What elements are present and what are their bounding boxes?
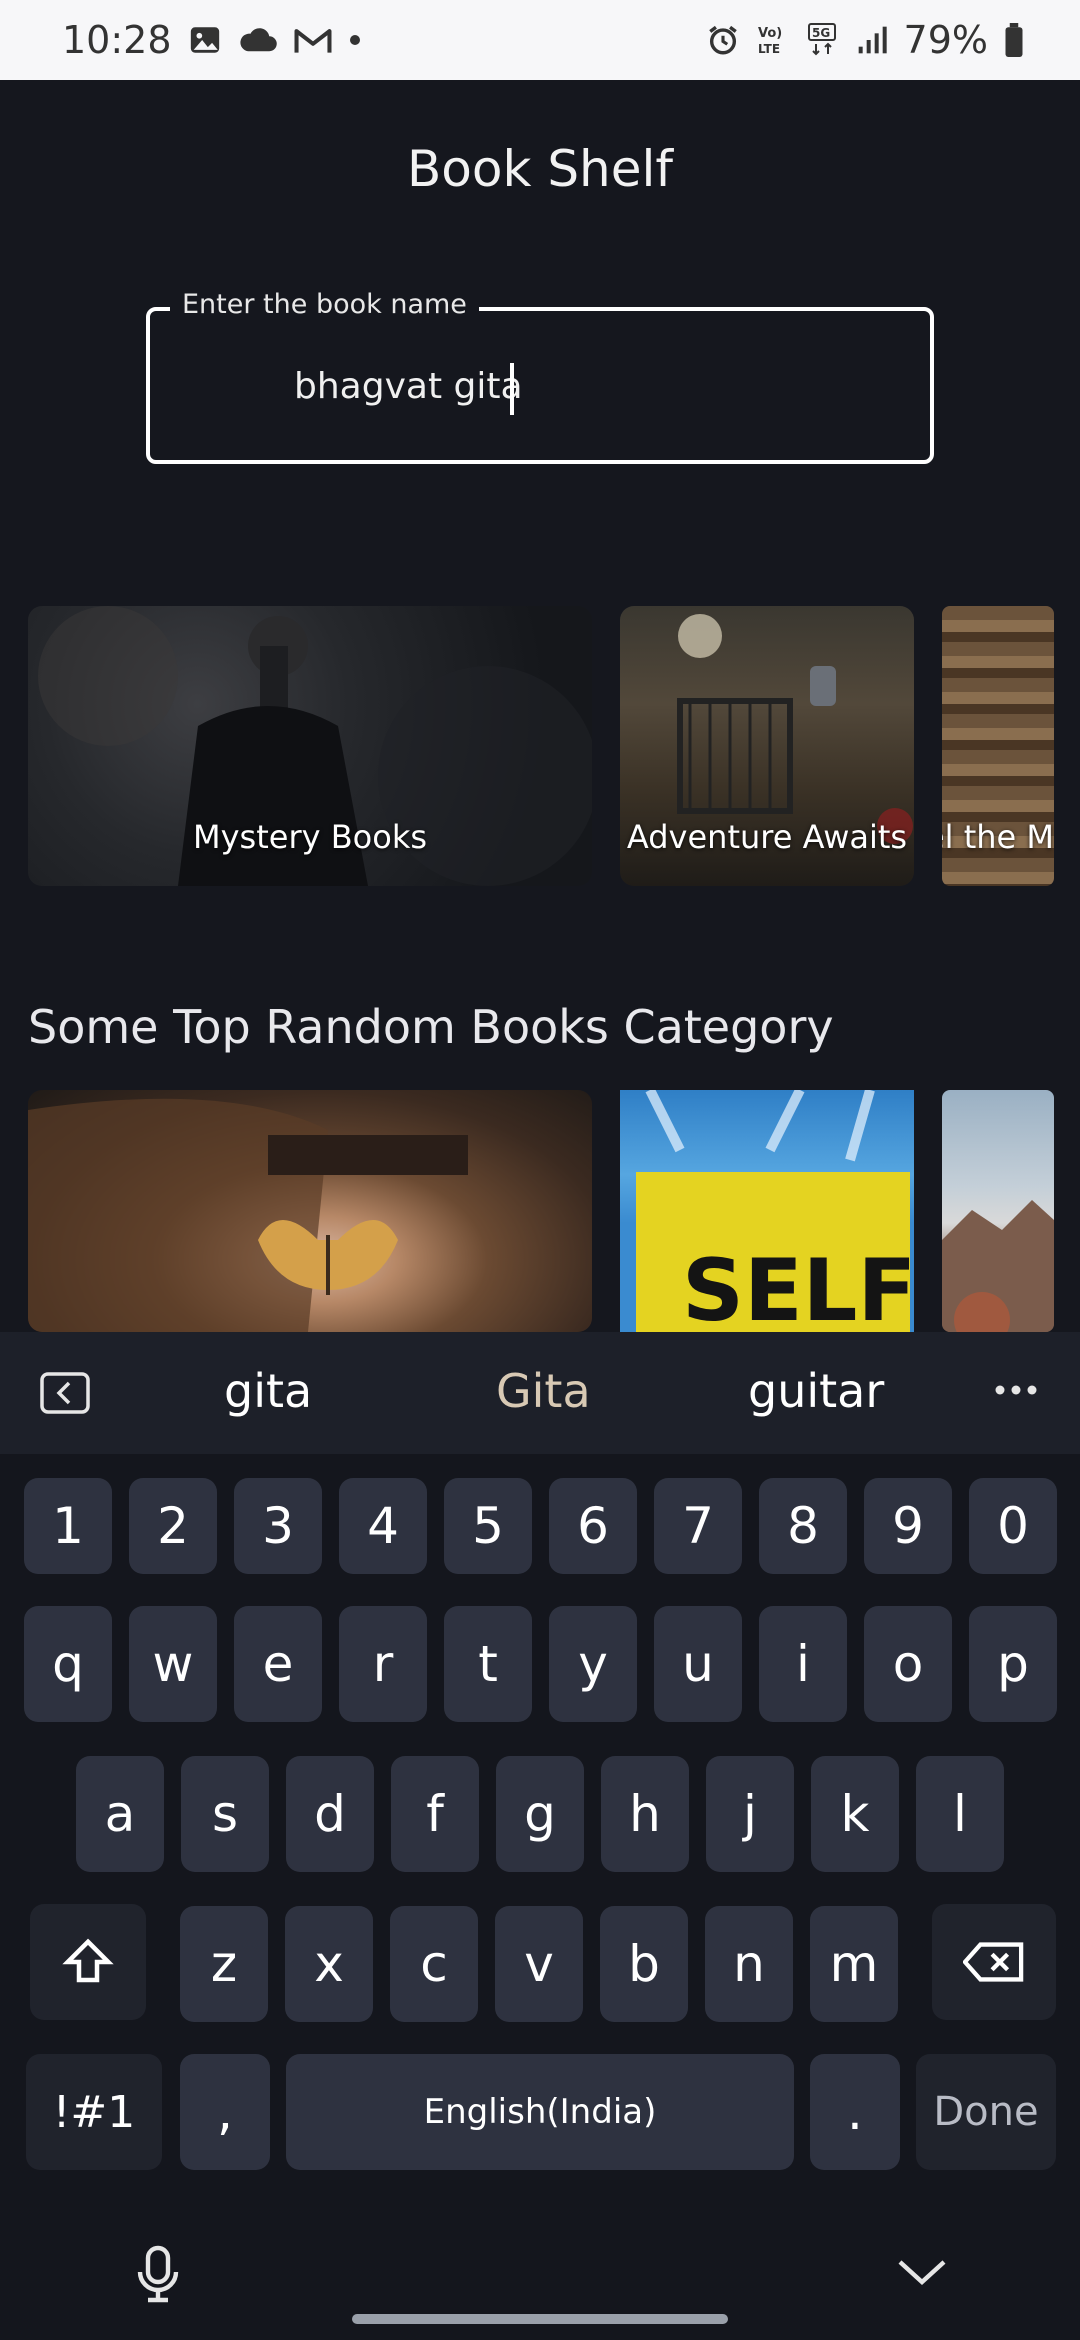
section-title: Some Top Random Books Category xyxy=(28,1000,834,1054)
period-key[interactable]: . xyxy=(810,2054,900,2170)
status-left: 10:28 xyxy=(62,18,362,62)
key-y[interactable]: y xyxy=(549,1606,637,1722)
key-b[interactable]: b xyxy=(600,1906,688,2022)
book-search-input[interactable] xyxy=(294,361,854,411)
key-z[interactable]: z xyxy=(180,1906,268,2022)
gmail-icon xyxy=(294,25,332,55)
volte-icon: Vo) LTE xyxy=(756,23,790,57)
key-c[interactable]: c xyxy=(390,1906,478,2022)
book-card-self[interactable]: SELF xyxy=(620,1090,914,1332)
5g-icon: 5G xyxy=(806,23,840,57)
key-u[interactable]: u xyxy=(654,1606,742,1722)
key-2[interactable]: 2 xyxy=(129,1478,217,1574)
key-k[interactable]: k xyxy=(811,1756,899,1872)
done-key[interactable]: Done xyxy=(916,2054,1056,2170)
key-6[interactable]: 6 xyxy=(549,1478,637,1574)
space-key[interactable]: English(India) xyxy=(286,2054,794,2170)
key-h[interactable]: h xyxy=(601,1756,689,1872)
key-t[interactable]: t xyxy=(444,1606,532,1722)
self-cover-text: SELF xyxy=(682,1241,914,1332)
moth-card-image xyxy=(28,1098,468,1332)
key-g[interactable]: g xyxy=(496,1756,584,1872)
keyboard-suggestion-bar: gita Gita guitar xyxy=(0,1332,1080,1454)
keyboard: 1234567890 qwertyuiop asdfghjkl zxcvbnm … xyxy=(0,1454,1080,2340)
suggestion-1[interactable]: gita xyxy=(224,1364,312,1418)
signal-icon xyxy=(856,24,888,56)
suggestion-3[interactable]: guitar xyxy=(748,1364,884,1418)
book-card-mountain[interactable] xyxy=(942,1090,1054,1332)
page-title: Book Shelf xyxy=(406,140,673,198)
book-card-moth[interactable] xyxy=(28,1090,592,1332)
battery-percentage: 79% xyxy=(903,18,988,62)
svg-text:LTE: LTE xyxy=(758,42,780,56)
key-r[interactable]: r xyxy=(339,1606,427,1722)
category-label: el the M xyxy=(942,818,1054,856)
key-l[interactable]: l xyxy=(916,1756,1004,1872)
key-e[interactable]: e xyxy=(234,1606,322,1722)
key-8[interactable]: 8 xyxy=(759,1478,847,1574)
key-o[interactable]: o xyxy=(864,1606,952,1722)
key-5[interactable]: 5 xyxy=(444,1478,532,1574)
comma-key[interactable]: , xyxy=(180,2054,270,2170)
shift-key[interactable] xyxy=(30,1904,146,2020)
key-x[interactable]: x xyxy=(285,1906,373,2022)
category-card-partial[interactable]: el the M xyxy=(942,606,1054,886)
alarm-icon xyxy=(706,23,740,57)
backspace-icon xyxy=(963,1942,1024,1982)
hide-keyboard-icon[interactable] xyxy=(896,2258,948,2288)
status-right: Vo) LTE 5G 79% xyxy=(706,18,1024,62)
key-m[interactable]: m xyxy=(810,1906,898,2022)
key-s[interactable]: s xyxy=(181,1756,269,1872)
key-0[interactable]: 0 xyxy=(969,1478,1057,1574)
key-3[interactable]: 3 xyxy=(234,1478,322,1574)
cloud-icon xyxy=(238,25,278,55)
key-7[interactable]: 7 xyxy=(654,1478,742,1574)
category-card-mystery[interactable]: Mystery Books xyxy=(28,606,592,886)
dot-icon xyxy=(348,33,362,47)
backspace-key[interactable] xyxy=(932,1904,1056,2020)
microphone-icon[interactable] xyxy=(134,2244,182,2304)
category-label: Mystery Books xyxy=(192,818,428,856)
self-card-image: SELF xyxy=(636,1090,914,1332)
key-w[interactable]: w xyxy=(129,1606,217,1722)
key-1[interactable]: 1 xyxy=(24,1478,112,1574)
svg-text:Vo): Vo) xyxy=(758,26,782,41)
category-carousel[interactable]: Mystery Books Adventure Awaits el the M xyxy=(28,606,1080,886)
image-icon xyxy=(188,23,222,57)
svg-text:5G: 5G xyxy=(812,26,830,40)
key-q[interactable]: q xyxy=(24,1606,112,1722)
key-p[interactable]: p xyxy=(969,1606,1057,1722)
key-d[interactable]: d xyxy=(286,1756,374,1872)
home-indicator[interactable] xyxy=(352,2314,728,2324)
key-4[interactable]: 4 xyxy=(339,1478,427,1574)
status-bar: 10:28 Vo) LTE 5G 79% xyxy=(0,0,1080,80)
more-options-icon[interactable] xyxy=(994,1380,1038,1400)
book-search-field[interactable]: Enter the book name xyxy=(146,289,934,464)
key-i[interactable]: i xyxy=(759,1606,847,1722)
collapse-toolbar-icon[interactable] xyxy=(40,1372,90,1414)
category-label: Adventure Awaits xyxy=(626,818,908,856)
mountain-card-image xyxy=(942,1200,1054,1332)
random-books-carousel[interactable]: SELF xyxy=(28,1090,1080,1332)
status-time: 10:28 xyxy=(62,18,172,62)
search-field-label: Enter the book name xyxy=(170,289,479,320)
battery-icon xyxy=(1004,23,1024,57)
suggestion-2[interactable]: Gita xyxy=(496,1364,591,1418)
key-a[interactable]: a xyxy=(76,1756,164,1872)
key-f[interactable]: f xyxy=(391,1756,479,1872)
category-card-adventure[interactable]: Adventure Awaits xyxy=(620,606,914,886)
key-j[interactable]: j xyxy=(706,1756,794,1872)
shift-icon xyxy=(62,1938,114,1983)
key-v[interactable]: v xyxy=(495,1906,583,2022)
key-9[interactable]: 9 xyxy=(864,1478,952,1574)
symbols-key[interactable]: !#1 xyxy=(26,2054,162,2170)
key-n[interactable]: n xyxy=(705,1906,793,2022)
text-caret xyxy=(510,363,514,415)
